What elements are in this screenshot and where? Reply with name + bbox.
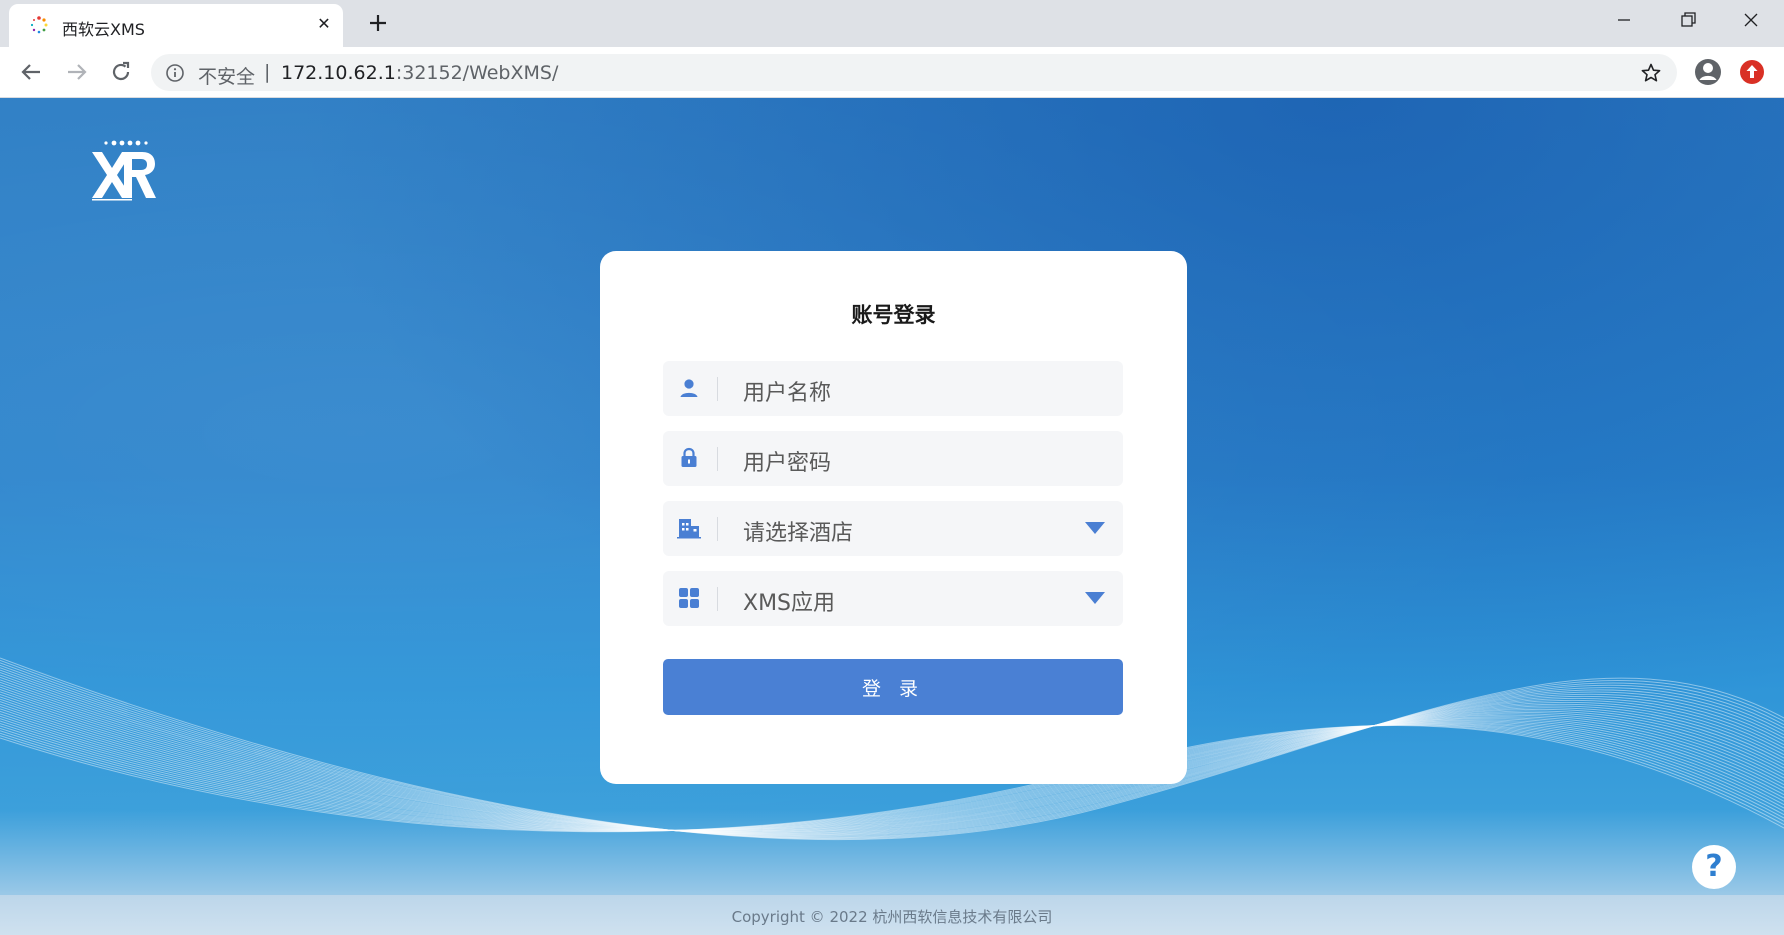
login-page: 账号登录 用户名称 用户密码 请选择酒店 XMS应用 登 录 ? Copyrig… (0, 98, 1784, 935)
browser-tab[interactable]: 西软云XMS ✕ (9, 4, 343, 47)
reload-icon[interactable] (106, 57, 136, 87)
browser-toolbar: 不安全 | 172.10.62.1:32152/WebXMS/ (0, 47, 1784, 98)
browser-tab-bar: 西软云XMS ✕ (0, 0, 1784, 47)
help-icon: ? (1705, 849, 1723, 884)
field-divider (717, 517, 718, 541)
info-icon[interactable] (165, 63, 185, 83)
minimize-icon[interactable] (1607, 6, 1641, 34)
address-separator: | (264, 61, 271, 83)
field-divider (717, 377, 718, 401)
login-button-label: 登 录 (861, 678, 925, 700)
insecure-label: 不安全 (198, 66, 256, 88)
password-placeholder: 用户密码 (743, 451, 832, 476)
login-title: 账号登录 (851, 303, 936, 327)
copyright-text: Copyright © 2022 杭州西软信息技术有限公司 (731, 908, 1053, 926)
bookmark-star-icon[interactable] (1640, 62, 1662, 84)
footer: Copyright © 2022 杭州西软信息技术有限公司 (0, 895, 1784, 935)
url-path: :32152/WebXMS/ (395, 62, 559, 84)
update-arrow-icon[interactable] (1739, 59, 1765, 85)
username-input[interactable]: 用户名称 (663, 361, 1123, 416)
lock-icon (681, 447, 697, 467)
loading-favicon-icon (30, 16, 48, 34)
field-divider (717, 447, 718, 471)
dropdown-arrow-icon (1085, 592, 1105, 604)
forward-arrow-icon[interactable] (62, 57, 92, 87)
password-input[interactable]: 用户密码 (663, 431, 1123, 486)
close-icon[interactable]: ✕ (313, 13, 335, 35)
hotel-select[interactable]: 请选择酒店 (663, 501, 1123, 556)
help-button[interactable]: ? (1692, 845, 1736, 889)
back-arrow-icon[interactable] (16, 57, 46, 87)
window-close-icon[interactable] (1734, 6, 1768, 34)
restore-icon[interactable] (1671, 6, 1705, 34)
login-button[interactable]: 登 录 (663, 659, 1123, 715)
building-icon (677, 519, 701, 539)
grid-apps-icon (679, 588, 699, 608)
profile-avatar-icon[interactable] (1693, 57, 1723, 87)
login-card: 账号登录 用户名称 用户密码 请选择酒店 XMS应用 登 录 (600, 251, 1187, 784)
xr-logo-icon (92, 140, 156, 201)
url-text[interactable]: 172.10.62.1:32152/WebXMS/ (281, 62, 558, 84)
tab-title: 西软云XMS (62, 20, 145, 39)
app-select-value: XMS应用 (743, 591, 836, 616)
user-icon (680, 379, 698, 397)
url-host: 172.10.62.1 (281, 62, 396, 84)
username-placeholder: 用户名称 (743, 381, 832, 406)
field-divider (717, 587, 718, 611)
dropdown-arrow-icon (1085, 522, 1105, 534)
app-select[interactable]: XMS应用 (663, 571, 1123, 626)
address-bar[interactable]: 不安全 | 172.10.62.1:32152/WebXMS/ (151, 54, 1677, 91)
hotel-select-value: 请选择酒店 (743, 521, 854, 546)
plus-icon[interactable] (364, 9, 392, 37)
